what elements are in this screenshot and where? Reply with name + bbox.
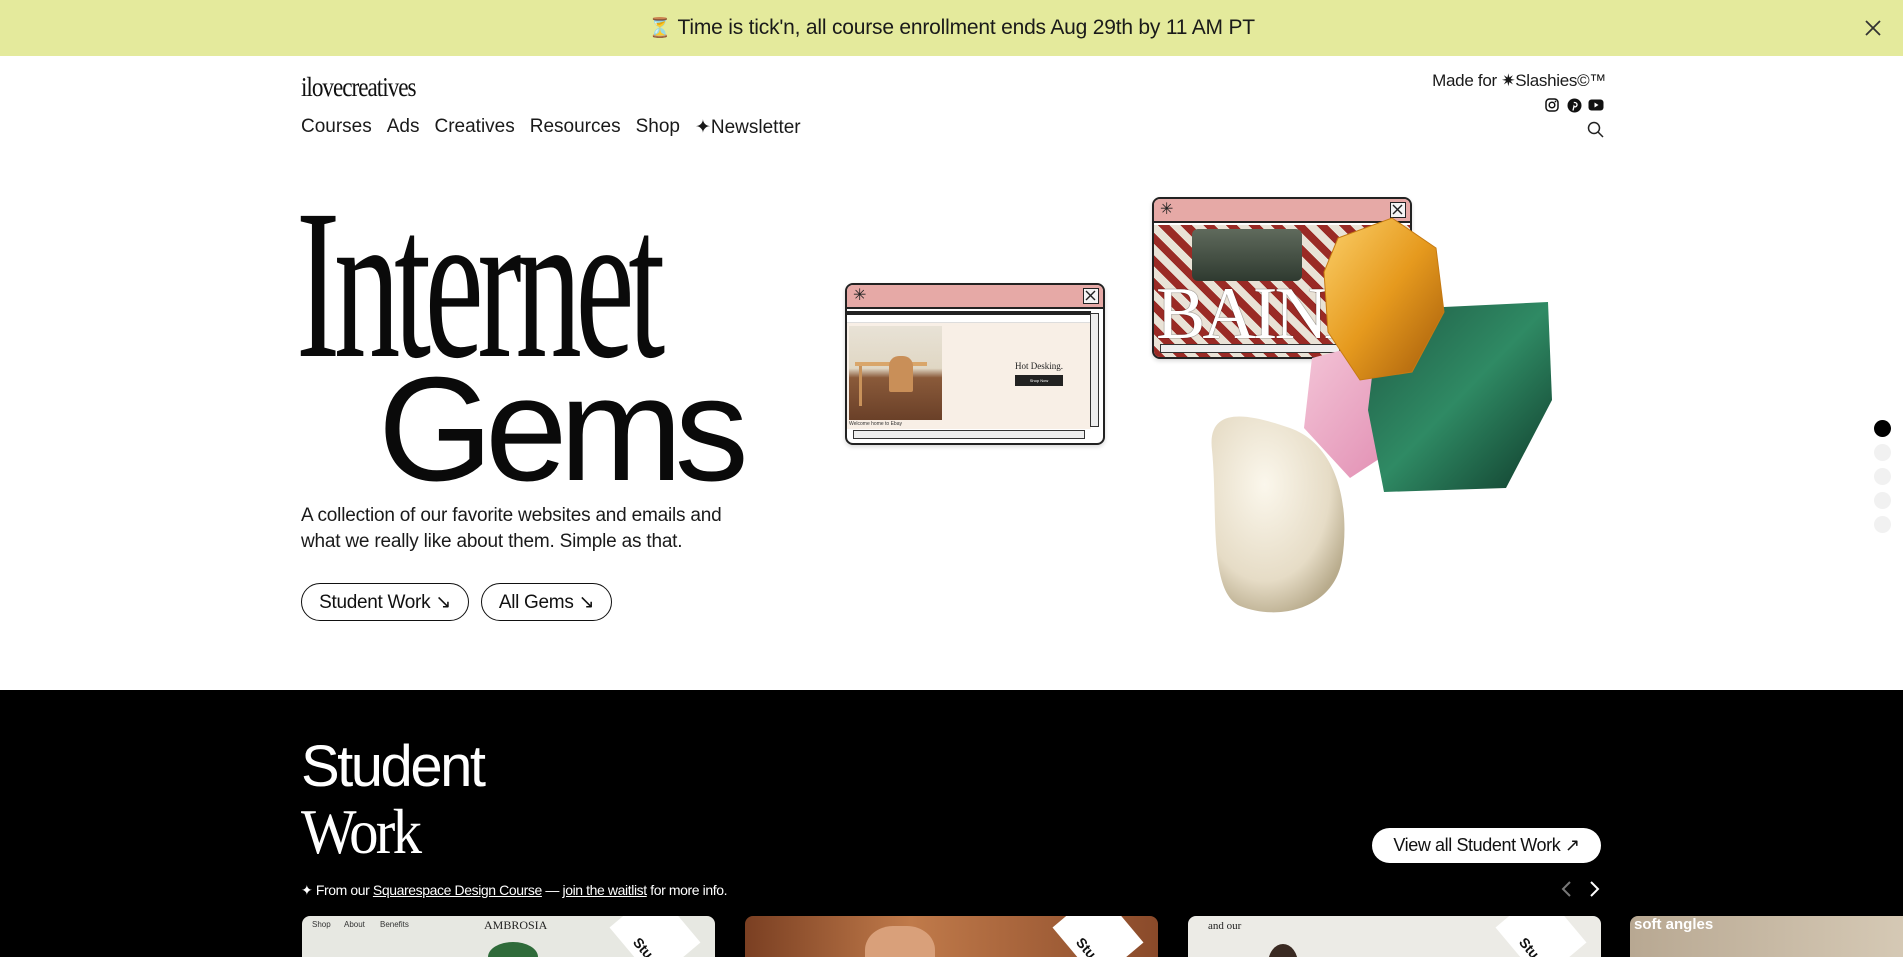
pinterest-icon[interactable]: [1566, 97, 1582, 113]
student-card-and-our[interactable]: and our Stu: [1188, 916, 1601, 957]
carousel-prev-icon[interactable]: [1557, 879, 1577, 899]
slide-dot-5[interactable]: [1874, 516, 1891, 533]
sparkle-icon: ✳: [853, 287, 867, 304]
window-titlebar: ✳: [847, 285, 1103, 309]
student-work-button[interactable]: Student Work ↘: [301, 583, 469, 621]
announcement-text-wrap: ⏳ Time is tick'n, all course enrollment e…: [648, 16, 1255, 40]
card-nav-shop: Shop: [312, 920, 331, 929]
student-title-line2: Work: [301, 796, 422, 867]
instagram-icon[interactable]: [1544, 97, 1560, 113]
student-card-soft-angles[interactable]: soft angles: [1630, 916, 1903, 957]
close-icon[interactable]: [1859, 14, 1887, 42]
student-work-section: Student Work ✦ From our Squarespace Desi…: [0, 690, 1903, 957]
note-prefix: ✦ From our: [301, 882, 373, 898]
website-preview-window[interactable]: ✳ Welcome home to Ebay Hot Desking. Shop…: [845, 283, 1105, 445]
waitlist-link[interactable]: join the waitlist: [563, 882, 648, 898]
preview-nav: [847, 315, 1091, 323]
announcement-bar: ⏳ Time is tick'n, all course enrollment e…: [0, 0, 1903, 56]
card-title: soft angles: [1634, 916, 1714, 933]
preview-desk-leg: [859, 366, 862, 406]
sparkle-icon: ✳: [1160, 201, 1174, 218]
nav-shop[interactable]: Shop: [636, 116, 680, 139]
carousel-next-icon[interactable]: [1584, 879, 1604, 899]
card-photo: [1268, 944, 1298, 957]
card-nav-benefits: Benefits: [380, 920, 409, 929]
window-scrollbar-horizontal[interactable]: [853, 430, 1085, 439]
card-nav-about: About: [344, 920, 365, 929]
student-card-2[interactable]: Stu: [745, 916, 1158, 957]
hero-description: A collection of our favorite websites an…: [301, 505, 722, 552]
view-all-student-work-button[interactable]: View all Student Work ↗: [1372, 828, 1601, 863]
nav-resources[interactable]: Resources: [530, 116, 621, 139]
slide-dot-1[interactable]: [1874, 420, 1891, 437]
student-card-ambrosia[interactable]: Shop About Benefits AMBROSIA Stu: [302, 916, 715, 957]
main-nav: Courses Ads Creatives Resources Shop ✦Ne…: [301, 116, 801, 139]
made-for-text[interactable]: Made for ✷Slashies©™: [1432, 71, 1606, 91]
window-close-icon[interactable]: [1083, 288, 1099, 304]
youtube-icon[interactable]: [1588, 97, 1604, 113]
slide-indicator: [1874, 420, 1891, 533]
card-portrait: [865, 926, 935, 957]
preview-caption: Welcome home to Ebay: [849, 421, 902, 427]
course-note: ✦ From our Squarespace Design Course — j…: [301, 882, 728, 899]
hourglass-icon: ⏳: [648, 18, 672, 39]
preview-shop-button: Shop Now: [1015, 375, 1063, 386]
slide-dot-3[interactable]: [1874, 468, 1891, 485]
window-scrollbar-vertical[interactable]: [1090, 313, 1099, 427]
slide-dot-2[interactable]: [1874, 444, 1891, 461]
student-title-line1: Student: [301, 734, 486, 799]
site-logo[interactable]: ilovecreatives: [301, 72, 417, 103]
social-links: [1544, 97, 1604, 113]
slide-dot-4[interactable]: [1874, 492, 1891, 509]
note-suffix: for more info.: [646, 882, 728, 898]
nav-ads[interactable]: Ads: [387, 116, 420, 139]
preview-desk-image: [849, 326, 942, 420]
card-title: AMBROSIA: [484, 918, 548, 932]
website-preview-content: Welcome home to Ebay Hot Desking. Shop N…: [847, 311, 1091, 429]
announcement-text: Time is tick'n, all course enrollment en…: [677, 16, 1256, 39]
nav-newsletter[interactable]: ✦Newsletter: [695, 116, 801, 139]
card-plant-image: [488, 942, 538, 957]
squarespace-course-link[interactable]: Squarespace Design Course: [373, 882, 542, 898]
preview-chair: [889, 356, 913, 392]
preview-headline: Hot Desking.: [1015, 361, 1063, 371]
note-separator: —: [541, 882, 563, 898]
card-title: and our: [1208, 920, 1242, 932]
nav-creatives[interactable]: Creatives: [435, 116, 515, 139]
gemstones-illustration: [1211, 217, 1552, 613]
nav-courses[interactable]: Courses: [301, 116, 372, 139]
all-gems-button[interactable]: All Gems ↘: [481, 583, 612, 621]
search-icon[interactable]: [1586, 120, 1605, 139]
hero-title-line2: Gems: [378, 347, 749, 512]
